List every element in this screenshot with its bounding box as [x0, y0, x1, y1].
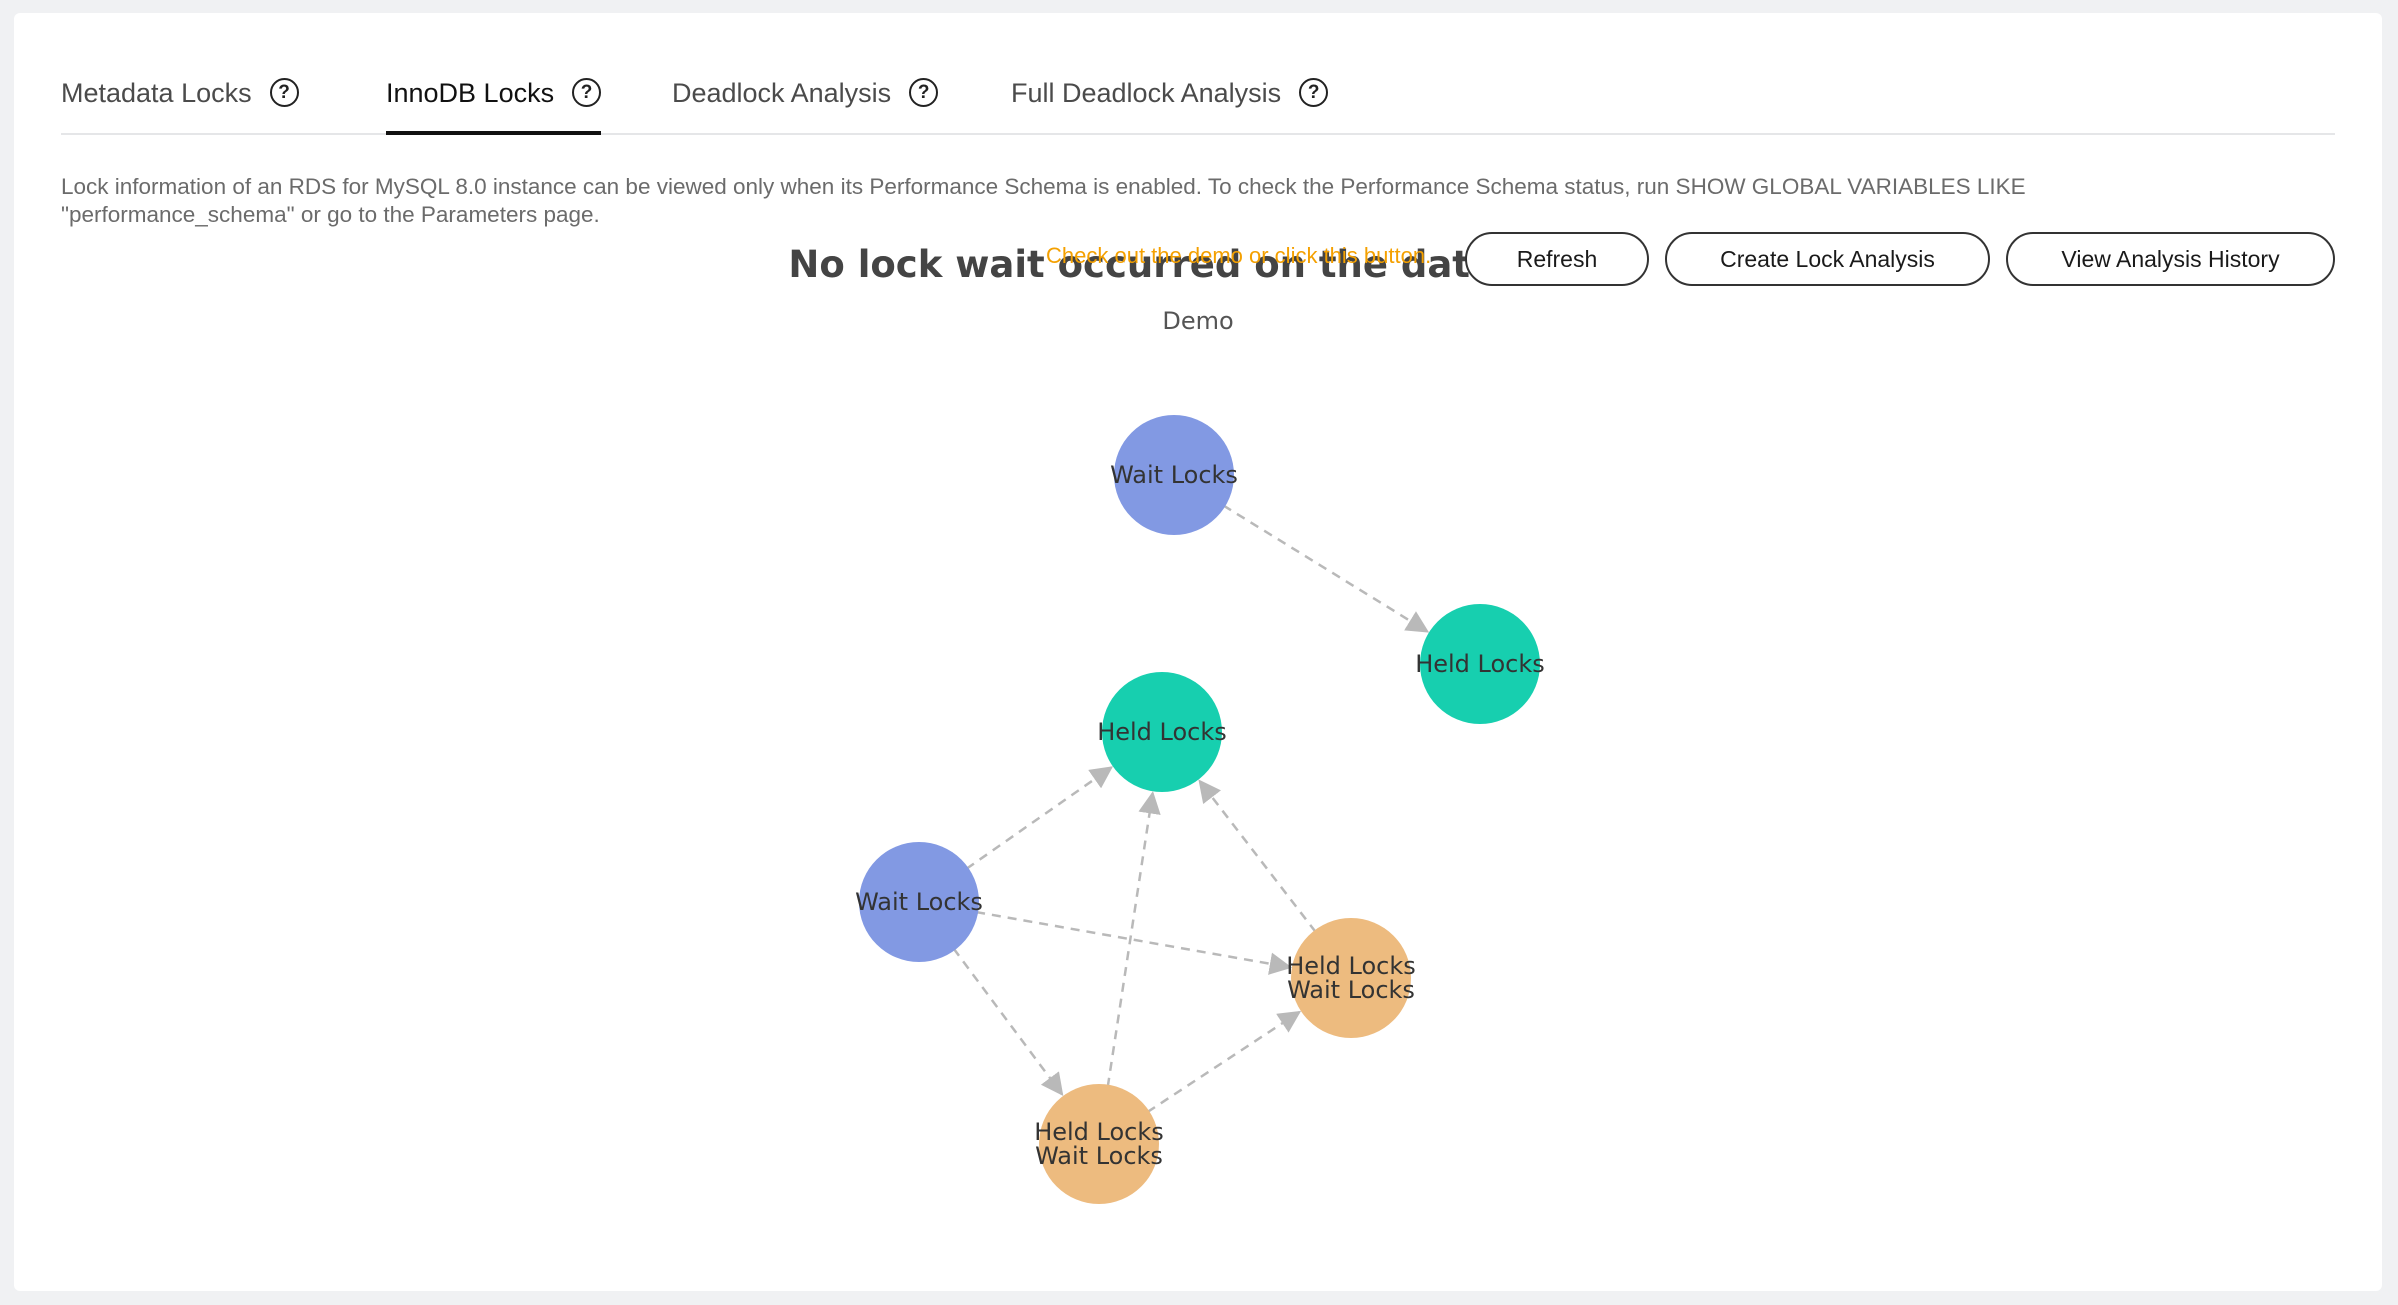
lock-wait-graph: Wait LocksHeld LocksHeld LocksWait Locks… — [855, 415, 1545, 1204]
lock-edge — [965, 766, 1114, 870]
lock-node-wait[interactable]: Wait Locks — [1110, 415, 1238, 535]
refresh-button[interactable]: Refresh — [1465, 232, 1649, 286]
lock-node-label: Wait Locks — [855, 888, 983, 916]
lock-edge — [1146, 1010, 1302, 1114]
lock-node-label: Wait Locks — [1035, 1142, 1163, 1170]
lock-node-both[interactable]: Held LocksWait Locks — [1034, 1084, 1164, 1204]
lock-node-label: Wait Locks — [1287, 976, 1415, 1004]
lock-edge — [1198, 779, 1317, 933]
lock-node-label: Held Locks — [1415, 650, 1545, 678]
view-analysis-history-button[interactable]: View Analysis History — [2006, 232, 2335, 286]
lock-edge — [952, 947, 1064, 1097]
create-lock-analysis-button[interactable]: Create Lock Analysis — [1665, 232, 1990, 286]
demo-hint: Check out the demo or click this button. — [1046, 243, 1432, 268]
lock-node-held[interactable]: Held Locks — [1415, 604, 1545, 724]
lock-node-both[interactable]: Held LocksWait Locks — [1286, 918, 1416, 1038]
lock-node-label: Held Locks — [1097, 718, 1227, 746]
lock-edge — [1106, 791, 1161, 1087]
main-card: Metadata Locks ? InnoDB Locks ? Deadlock… — [14, 13, 2382, 1291]
lock-node-label: Wait Locks — [1110, 461, 1238, 489]
demo-label: Demo — [1162, 307, 1234, 335]
lock-edge — [1222, 504, 1430, 633]
lock-node-held[interactable]: Held Locks — [1097, 672, 1227, 792]
lock-node-wait[interactable]: Wait Locks — [855, 842, 983, 962]
